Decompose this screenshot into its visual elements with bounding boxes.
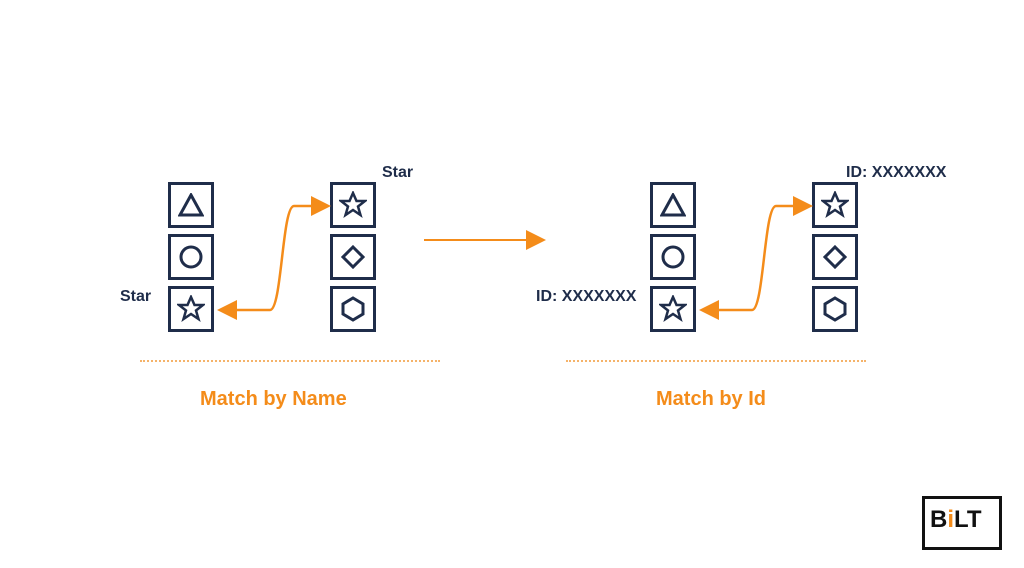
triangle-icon bbox=[650, 182, 696, 228]
label-star-top: Star bbox=[382, 164, 413, 182]
caption-match-by-name: Match by Name bbox=[200, 388, 347, 411]
right-col-a bbox=[650, 182, 696, 338]
bilt-logo: BiLT bbox=[922, 496, 1002, 554]
logo-text: BiLT bbox=[930, 506, 982, 534]
left-col-a bbox=[168, 182, 214, 338]
hexagon-icon bbox=[330, 286, 376, 332]
dotted-divider bbox=[566, 360, 866, 362]
connector-arrow-icon bbox=[694, 196, 814, 326]
diamond-icon bbox=[330, 234, 376, 280]
label-star-side: Star bbox=[120, 288, 151, 306]
triangle-icon bbox=[168, 182, 214, 228]
star-icon bbox=[330, 182, 376, 228]
caption-match-by-id: Match by Id bbox=[656, 388, 766, 411]
circle-icon bbox=[168, 234, 214, 280]
connector-arrow-icon bbox=[212, 196, 332, 326]
match-by-name-group: Star Star Match by Name bbox=[120, 160, 430, 420]
dotted-divider bbox=[140, 360, 440, 362]
star-icon bbox=[650, 286, 696, 332]
star-icon bbox=[168, 286, 214, 332]
left-col-b bbox=[330, 182, 376, 338]
hexagon-icon bbox=[812, 286, 858, 332]
diamond-icon bbox=[812, 234, 858, 280]
circle-icon bbox=[650, 234, 696, 280]
right-col-b bbox=[812, 182, 858, 338]
label-id-top: ID: XXXXXXX bbox=[846, 164, 946, 182]
star-icon bbox=[812, 182, 858, 228]
transition-arrow-icon bbox=[420, 230, 550, 250]
label-id-side: ID: XXXXXXX bbox=[536, 288, 636, 306]
match-by-id-group: ID: XXXXXXX ID: XXXXXXX Match by Id bbox=[546, 160, 916, 420]
diagram-slide: Star Star Match by Name bbox=[0, 0, 1024, 568]
